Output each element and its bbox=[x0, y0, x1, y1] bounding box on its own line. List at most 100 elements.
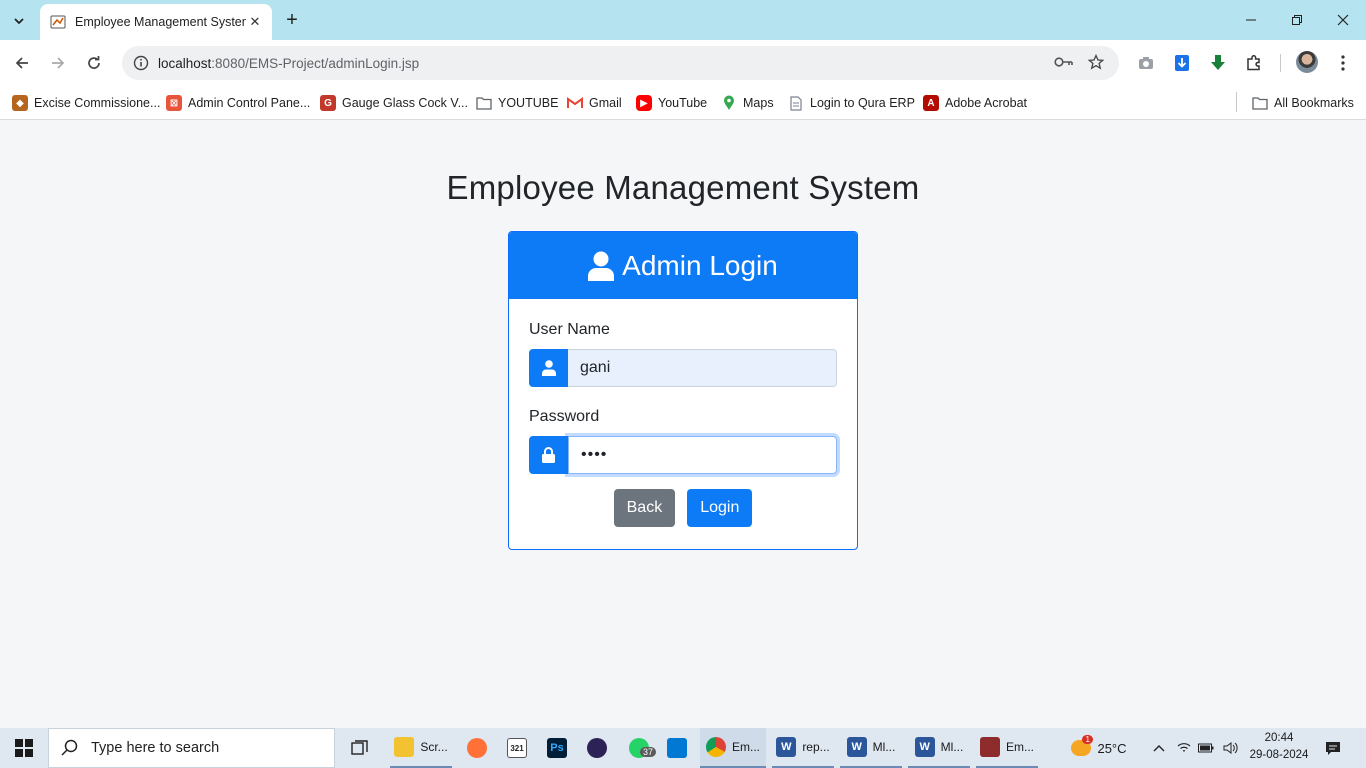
login-card-header: Admin Login bbox=[509, 232, 857, 299]
calendar-icon: 321 bbox=[507, 738, 527, 758]
start-button[interactable] bbox=[0, 728, 48, 768]
username-input[interactable] bbox=[568, 349, 837, 387]
password-key-icon[interactable] bbox=[1051, 49, 1077, 75]
temperature-text: 25°C bbox=[1097, 740, 1127, 756]
bookmark-item[interactable]: ▶ YouTube bbox=[636, 92, 707, 114]
bookmark-item[interactable]: Maps bbox=[721, 92, 774, 114]
camera-extension-icon[interactable] bbox=[1133, 50, 1159, 76]
bookmarks-bar: ◆ Excise Commissione... ⊠ Admin Control Pa… bbox=[0, 86, 1366, 120]
weather-widget[interactable]: 1 25°C bbox=[1062, 728, 1136, 768]
taskbar: Type here to search Scr... 321 Ps 37 Em.… bbox=[0, 728, 1366, 768]
download-manager-icon[interactable] bbox=[1169, 50, 1195, 76]
battery-icon[interactable] bbox=[1196, 728, 1216, 768]
hidden-icons-button[interactable] bbox=[1148, 728, 1170, 768]
bookmark-label: Adobe Acrobat bbox=[945, 96, 1028, 110]
excise-icon: ◆ bbox=[12, 95, 28, 111]
taskbar-app-photoshop[interactable]: Ps bbox=[540, 728, 574, 768]
taskbar-app-firefox[interactable] bbox=[460, 728, 494, 768]
bookmark-item[interactable]: A Adobe Acrobat bbox=[923, 92, 1027, 114]
user-icon bbox=[588, 251, 615, 281]
document-icon bbox=[788, 95, 804, 111]
network-icon[interactable] bbox=[1174, 728, 1194, 768]
all-bookmarks-label: All Bookmarks bbox=[1274, 96, 1354, 110]
chrome-icon bbox=[705, 737, 726, 757]
clock-date: 29-08-2024 bbox=[1249, 749, 1309, 761]
taskbar-app-chrome[interactable]: Em... bbox=[700, 728, 766, 768]
eclipse-icon bbox=[587, 738, 607, 758]
system-clock[interactable]: 20:44 29-08-2024 bbox=[1244, 730, 1314, 764]
taskbar-search-box[interactable]: Type here to search bbox=[48, 728, 335, 768]
bookmark-label: Admin Control Pane... bbox=[188, 96, 311, 110]
browser-menu-icon[interactable] bbox=[1330, 50, 1356, 76]
username-label: User Name bbox=[529, 321, 610, 338]
tab-strip: Employee Management System ✕ + bbox=[0, 0, 1366, 40]
restore-icon bbox=[1292, 15, 1302, 25]
new-tab-button[interactable]: + bbox=[280, 8, 304, 32]
taskbar-app-word[interactable]: W Ml... bbox=[908, 728, 970, 768]
volume-icon[interactable] bbox=[1220, 728, 1242, 768]
admin-panel-icon: ⊠ bbox=[166, 95, 182, 111]
password-input[interactable] bbox=[568, 436, 837, 474]
taskbar-app-word[interactable]: W Ml... bbox=[840, 728, 902, 768]
chevron-down-icon bbox=[14, 18, 24, 25]
taskbar-app-whatsapp[interactable]: 37 bbox=[620, 728, 658, 768]
taskbar-app-explorer[interactable]: Scr... bbox=[390, 728, 452, 768]
word-icon: W bbox=[846, 737, 867, 757]
all-bookmarks-button[interactable]: All Bookmarks bbox=[1252, 92, 1354, 114]
url-text[interactable]: localhost:8080/EMS-Project/adminLogin.js… bbox=[158, 56, 419, 71]
bookmarks-divider bbox=[1236, 92, 1237, 112]
arrow-left-icon bbox=[15, 57, 28, 69]
bookmark-item[interactable]: YOUTUBE bbox=[476, 92, 558, 114]
tab-search-button[interactable] bbox=[6, 8, 32, 34]
login-card-title: Admin Login bbox=[622, 249, 778, 281]
reload-button[interactable] bbox=[81, 50, 107, 76]
url-path: :8080/EMS-Project/adminLogin.jsp bbox=[211, 55, 420, 71]
gauge-icon: G bbox=[320, 95, 336, 111]
back-button[interactable]: Back bbox=[613, 489, 676, 527]
minimize-button[interactable] bbox=[1228, 0, 1274, 40]
reload-icon bbox=[88, 56, 100, 69]
notifications-button[interactable] bbox=[1318, 728, 1348, 768]
lock-icon bbox=[529, 436, 568, 474]
taskbar-app-word[interactable]: W rep... bbox=[772, 728, 834, 768]
bookmark-item[interactable]: G Gauge Glass Cock V... bbox=[320, 92, 468, 114]
weather-badge: 1 bbox=[1082, 735, 1093, 744]
close-tab-icon[interactable]: ✕ bbox=[246, 13, 264, 31]
bookmark-star-icon[interactable] bbox=[1083, 49, 1109, 75]
back-nav-button[interactable] bbox=[9, 50, 35, 76]
page-title: Employee Management System bbox=[446, 169, 920, 206]
profile-avatar[interactable] bbox=[1296, 51, 1318, 73]
page-favicon-icon bbox=[50, 15, 66, 29]
login-card: Admin Login User Name Password Back Logi… bbox=[508, 231, 858, 550]
taskbar-app-label: Scr... bbox=[420, 740, 448, 754]
restore-button[interactable] bbox=[1274, 0, 1320, 40]
youtube-icon: ▶ bbox=[636, 95, 652, 111]
address-bar[interactable]: localhost:8080/EMS-Project/adminLogin.js… bbox=[122, 46, 1119, 80]
notification-icon bbox=[1326, 741, 1340, 755]
folder-icon bbox=[1252, 95, 1268, 111]
tab-title: Employee Management System bbox=[75, 15, 246, 29]
taskbar-app-vscode[interactable] bbox=[662, 728, 692, 768]
extensions-puzzle-icon[interactable] bbox=[1241, 50, 1267, 76]
taskbar-app-label: Em... bbox=[731, 740, 760, 754]
browser-tab[interactable]: Employee Management System ✕ bbox=[40, 4, 272, 40]
app-icon bbox=[979, 737, 1000, 757]
taskbar-app-calendar[interactable]: 321 bbox=[500, 728, 534, 768]
task-view-button[interactable] bbox=[342, 728, 378, 768]
vscode-icon bbox=[667, 738, 687, 758]
site-info-icon[interactable] bbox=[126, 55, 156, 71]
bookmark-item[interactable]: Gmail bbox=[567, 92, 622, 114]
bookmark-item[interactable]: ◆ Excise Commissione... bbox=[12, 92, 160, 114]
bookmark-label: Gauge Glass Cock V... bbox=[342, 96, 468, 110]
close-window-button[interactable] bbox=[1320, 0, 1366, 40]
forward-nav-button[interactable] bbox=[45, 50, 71, 76]
bookmark-item[interactable]: Login to Qura ERP bbox=[788, 92, 915, 114]
password-label: Password bbox=[529, 408, 600, 425]
taskbar-app-other[interactable]: Em... bbox=[976, 728, 1038, 768]
downloads-icon[interactable] bbox=[1205, 50, 1231, 76]
login-button[interactable]: Login bbox=[687, 489, 753, 527]
taskbar-app-label: Ml... bbox=[872, 740, 896, 754]
search-icon bbox=[61, 739, 78, 756]
bookmark-item[interactable]: ⊠ Admin Control Pane... bbox=[166, 92, 310, 114]
taskbar-app-eclipse[interactable] bbox=[580, 728, 614, 768]
